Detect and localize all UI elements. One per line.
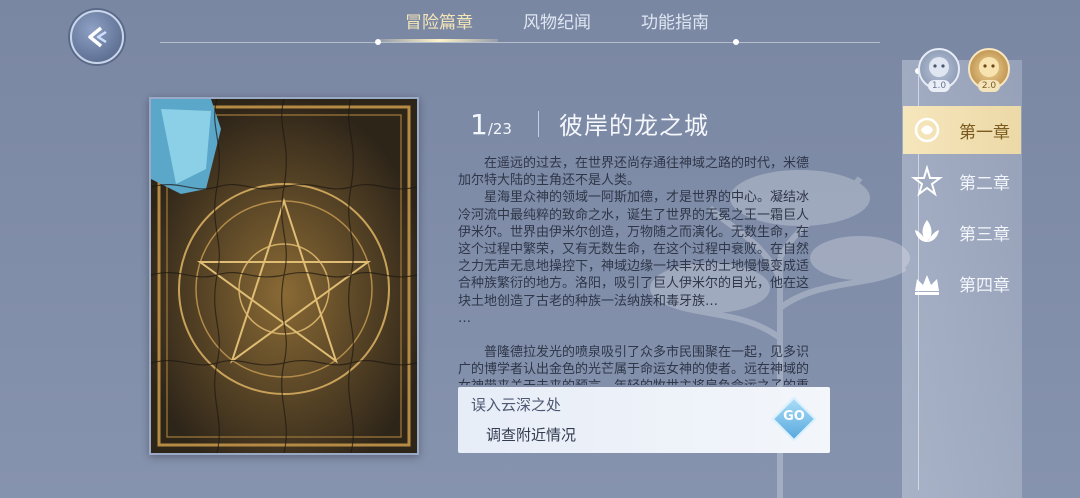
- quest-card[interactable]: 误入云深之处 调查附近情况 GO: [458, 387, 830, 453]
- chapter-item-1[interactable]: 第一章: [903, 106, 1021, 154]
- lotus-emblem-icon: [907, 212, 947, 252]
- chapter-label: 第三章: [959, 224, 1010, 245]
- speed-label: 2.0: [978, 80, 1000, 92]
- story-paragraph: 在遥远的过去，在世界还尚存通往神域之路的时代，米德加尔特大陆的主角还不是人类。: [458, 156, 810, 189]
- tab-adventure[interactable]: 冒险篇章: [380, 10, 498, 42]
- back-button[interactable]: [70, 10, 124, 64]
- rose-emblem-icon: [907, 110, 947, 150]
- story-paragraph: 星海里众神的领域一阿斯加德，才是世界的中心。凝结冰冷河流中最纯粹的致命之水，诞生…: [458, 190, 810, 309]
- story-text[interactable]: 在遥远的过去，在世界还尚存通往神域之路的时代，米德加尔特大陆的主角还不是人类。 …: [458, 155, 820, 385]
- page-total: /23: [487, 120, 512, 138]
- go-label: GO: [783, 409, 805, 424]
- tab-lore[interactable]: 风物纪闻: [498, 10, 616, 42]
- tab-guide[interactable]: 功能指南: [616, 10, 734, 42]
- top-tabs: 冒险篇章 风物纪闻 功能指南: [380, 10, 734, 42]
- chapter-label: 第四章: [959, 275, 1010, 296]
- puzzle-card-image: [149, 97, 419, 455]
- speed-2x-button[interactable]: 2.0: [968, 48, 1010, 92]
- chapter-label: 第二章: [959, 173, 1010, 194]
- story-ellipsis: …: [458, 310, 471, 326]
- story-paragraph: 普隆德拉发光的喷泉吸引了众多市民围聚在一起，见多识广的博学者认出金色的光芒属于命…: [458, 345, 810, 385]
- chapter-item-3[interactable]: 第三章: [903, 208, 1021, 256]
- chapter-title: 彼岸的龙之城: [558, 112, 709, 140]
- chapter-label: 第一章: [959, 122, 1010, 143]
- chapter-item-2[interactable]: 第二章: [903, 157, 1021, 205]
- back-arrow-icon: [88, 26, 107, 48]
- magic-circle-art: [151, 99, 417, 453]
- crown-emblem-icon: [907, 263, 947, 303]
- page-current: 1: [470, 108, 488, 141]
- speed-label: 1.0: [928, 80, 950, 92]
- star-emblem-icon: [907, 161, 947, 201]
- chapter-header: 1 /23 彼岸的龙之城: [470, 106, 709, 141]
- header-separator: [537, 110, 539, 137]
- speed-1x-button[interactable]: 1.0: [918, 48, 960, 92]
- chapter-item-4[interactable]: 第四章: [903, 259, 1021, 307]
- quest-title: 误入云深之处: [471, 396, 562, 414]
- quest-subtitle: 调查附近情况: [486, 426, 577, 444]
- top-divider: [160, 42, 880, 43]
- go-button[interactable]: GO: [770, 395, 818, 443]
